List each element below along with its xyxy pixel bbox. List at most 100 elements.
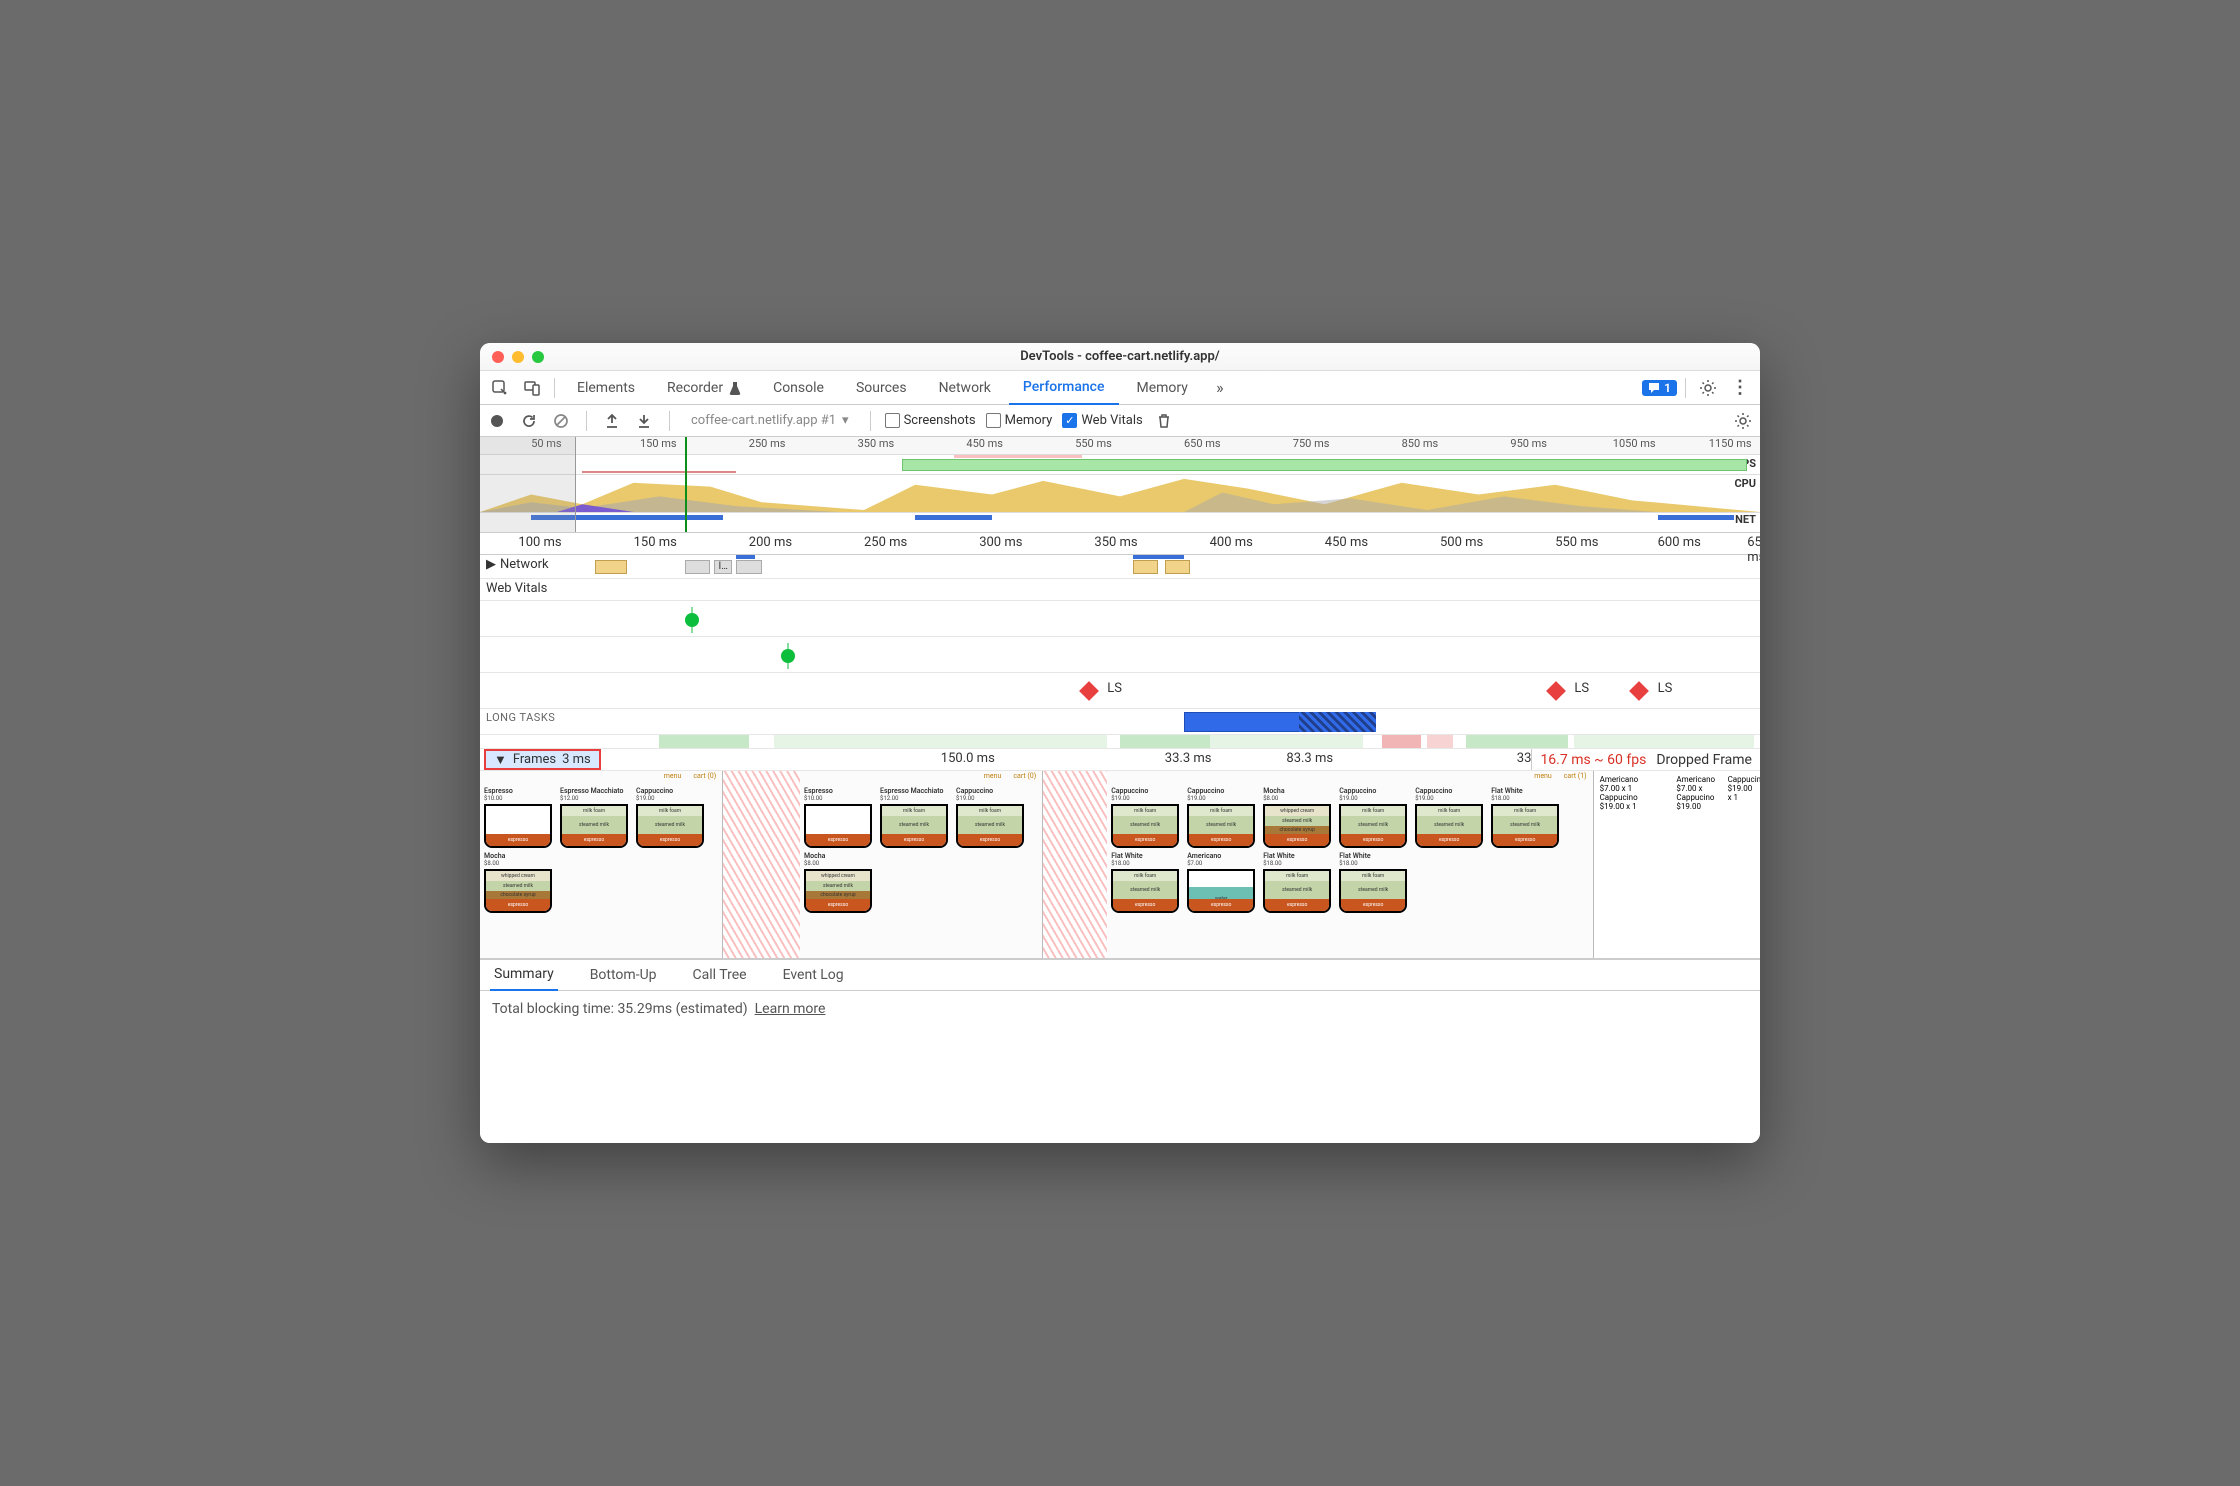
titlebar: DevTools - coffee-cart.netlify.app/ <box>480 343 1760 371</box>
ls-label: LS <box>1574 681 1589 696</box>
cpu-lane-label: CPU <box>1734 477 1756 490</box>
upload-button[interactable] <box>601 410 623 432</box>
coffee-thumb: Mocha$8.00espressochocolate syrupsteamed… <box>804 852 876 913</box>
ls-label: LS <box>1107 681 1122 696</box>
ls-marker[interactable] <box>1629 681 1649 701</box>
kebab-icon[interactable]: ⋮ <box>1726 374 1754 402</box>
ruler-tick: 250 ms <box>864 535 907 550</box>
net-lane-label: NET <box>1735 513 1756 526</box>
perf-settings-icon[interactable] <box>1732 410 1754 432</box>
tab-network[interactable]: Network <box>925 371 1005 405</box>
more-tabs-icon[interactable]: » <box>1206 374 1234 402</box>
wv-marker[interactable] <box>685 613 699 627</box>
coffee-thumb: Mocha$8.00espressochocolate syrupsteamed… <box>1263 787 1335 848</box>
devtools-window: DevTools - coffee-cart.netlify.app/ Elem… <box>480 343 1760 1143</box>
memory-checkbox[interactable]: Memory <box>986 413 1053 428</box>
dtab-bottomup[interactable]: Bottom-Up <box>586 959 661 991</box>
frame-phase-row <box>480 735 1760 749</box>
overview-tick: 1150 ms <box>1709 437 1752 450</box>
tab-recorder[interactable]: Recorder <box>653 371 755 405</box>
frame-hover-tooltip: 16.7 ms ~ 60 fps Dropped Frame <box>1531 749 1760 770</box>
longtasks-label: LONG TASKS <box>486 711 555 724</box>
overview-tick: 550 ms <box>1075 437 1112 450</box>
ls-label: LS <box>1658 681 1673 696</box>
coffee-thumb: Espresso Macchiato$12.00espressosteamed … <box>560 787 632 848</box>
wv-row-2 <box>480 637 1760 673</box>
ruler-tick: 600 ms <box>1658 535 1701 550</box>
frame-duration: 83.3 ms <box>1286 751 1333 766</box>
coffee-thumb: Americano$7.00waterespresso <box>1187 852 1259 913</box>
webvitals-checkbox[interactable]: ✓Web Vitals <box>1062 413 1142 428</box>
frames-expand[interactable]: ▼ Frames 3 ms <box>484 749 601 770</box>
download-button[interactable] <box>633 410 655 432</box>
ls-marker[interactable] <box>1546 681 1566 701</box>
overview-tick: 450 ms <box>966 437 1003 450</box>
trash-icon[interactable] <box>1153 410 1175 432</box>
wv-row-1 <box>480 601 1760 637</box>
tab-memory[interactable]: Memory <box>1123 371 1202 405</box>
trace-dropdown[interactable]: coffee-cart.netlify.app #1 ▾ <box>684 410 856 431</box>
coffee-thumb: Flat White$18.00espressosteamed milkmilk… <box>1339 852 1411 913</box>
overview-tick: 150 ms <box>640 437 677 450</box>
clear-button[interactable] <box>550 410 572 432</box>
ruler-tick: 500 ms <box>1440 535 1483 550</box>
main-tabs: Elements Recorder Console Sources Networ… <box>480 371 1760 405</box>
coffee-thumb: Flat White$18.00espressosteamed milkmilk… <box>1263 852 1335 913</box>
coffee-thumb: Cappuccino$19.00espressosteamed milkmilk… <box>1111 787 1183 848</box>
window-title: DevTools - coffee-cart.netlify.app/ <box>480 349 1760 364</box>
chat-icon <box>1648 382 1660 394</box>
gear-icon[interactable] <box>1694 374 1722 402</box>
webvitals-track[interactable]: Web Vitals <box>480 579 1760 601</box>
issues-badge[interactable]: 1 <box>1642 380 1677 396</box>
filmstrip[interactable]: menucart (0) Espresso$10.00espressoEspre… <box>480 771 1760 959</box>
detail-ruler[interactable]: 100 ms 150 ms 200 ms 250 ms 300 ms 350 ms 400 … <box>480 533 1760 555</box>
webvitals-label: Web Vitals <box>486 581 547 596</box>
device-toggle-icon[interactable] <box>518 374 546 402</box>
chevron-down-icon: ▾ <box>842 413 849 428</box>
summary-panel: Total blocking time: 35.29ms (estimated)… <box>480 991 1760 1143</box>
ruler-tick: 100 ms <box>518 535 561 550</box>
expand-icon[interactable]: ▶ <box>486 557 496 572</box>
coffee-thumb: Espresso$10.00espresso <box>484 787 556 848</box>
reload-button[interactable] <box>518 410 540 432</box>
tab-performance[interactable]: Performance <box>1009 371 1119 405</box>
overview-tick: 250 ms <box>749 437 786 450</box>
dtab-summary[interactable]: Summary <box>490 959 558 991</box>
ruler-tick: 200 ms <box>749 535 792 550</box>
frame-duration: 150.0 ms <box>941 751 995 766</box>
network-label: Network <box>500 557 549 572</box>
detail-tabs: Summary Bottom-Up Call Tree Event Log <box>480 959 1760 991</box>
tab-elements[interactable]: Elements <box>563 371 649 405</box>
coffee-thumb: Flat White$18.00espressosteamed milkmilk… <box>1491 787 1563 848</box>
ruler-tick: 350 ms <box>1094 535 1137 550</box>
overview-tick: 350 ms <box>858 437 895 450</box>
record-button[interactable] <box>486 410 508 432</box>
screenshots-checkbox[interactable]: Screenshots <box>885 413 976 428</box>
perf-toolbar: coffee-cart.netlify.app #1 ▾ Screenshots… <box>480 405 1760 437</box>
ruler-tick: 400 ms <box>1210 535 1253 550</box>
ruler-tick: 550 ms <box>1555 535 1598 550</box>
coffee-thumb: Cappuccino$19.00espressosteamed milkmilk… <box>956 787 1028 848</box>
network-track[interactable]: ▶ Network I… <box>480 555 1760 579</box>
frames-row[interactable]: ▼ Frames 3 ms 150.0 ms 33.3 ms 83.3 ms 3… <box>480 749 1760 771</box>
dtab-eventlog[interactable]: Event Log <box>779 959 848 991</box>
inspect-icon[interactable] <box>486 374 514 402</box>
tab-sources[interactable]: Sources <box>842 371 921 405</box>
learn-more-link[interactable]: Learn more <box>755 1001 826 1017</box>
coffee-thumb: Mocha$8.00espressochocolate syrupsteamed… <box>484 852 556 913</box>
tab-console[interactable]: Console <box>759 371 838 405</box>
wv-row-3: LS LS LS <box>480 673 1760 709</box>
coffee-thumb: Cappuccino$19.00espressosteamed milkmilk… <box>1415 787 1487 848</box>
coffee-thumb: Espresso Macchiato$12.00espressosteamed … <box>880 787 952 848</box>
coffee-thumb: Espresso$10.00espresso <box>804 787 876 848</box>
overview-tick: 950 ms <box>1510 437 1547 450</box>
overview-tick: 650 ms <box>1184 437 1221 450</box>
wv-marker[interactable] <box>781 649 795 663</box>
ruler-tick: 300 ms <box>979 535 1022 550</box>
ruler-tick: 150 ms <box>634 535 677 550</box>
overview[interactable]: 50 ms150 ms250 ms350 ms450 ms550 ms650 m… <box>480 437 1760 533</box>
coffee-thumb: Cappuccino$19.00espressosteamed milkmilk… <box>1187 787 1259 848</box>
coffee-thumb: Flat White$18.00espressosteamed milkmilk… <box>1111 852 1183 913</box>
ls-marker[interactable] <box>1079 681 1099 701</box>
dtab-calltree[interactable]: Call Tree <box>689 959 751 991</box>
